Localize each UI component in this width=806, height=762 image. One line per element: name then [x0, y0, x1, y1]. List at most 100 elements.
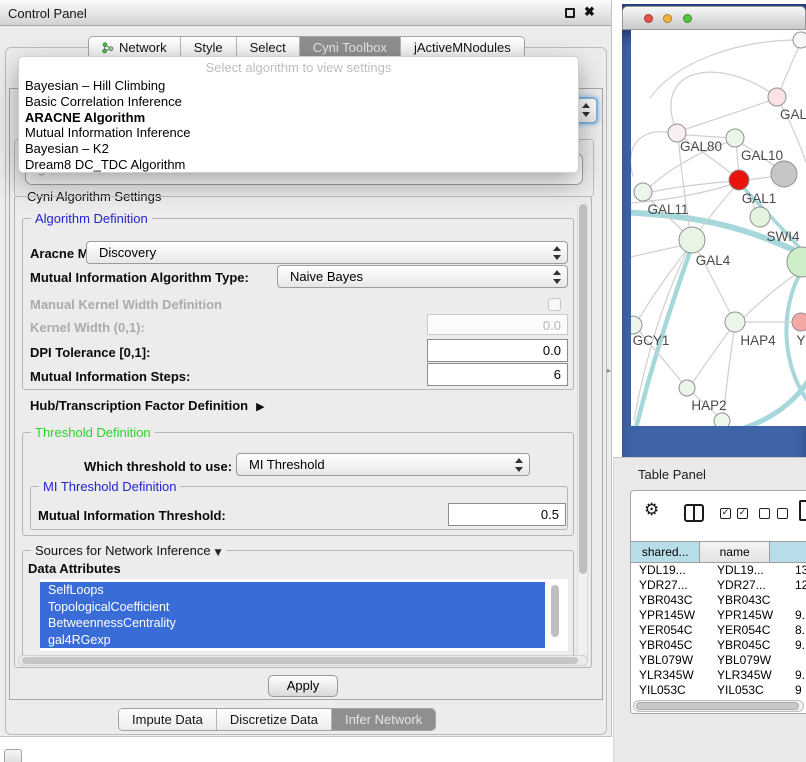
column-header-extra[interactable]	[770, 542, 806, 562]
kernel-width-value: 0.0	[543, 318, 561, 333]
table-row[interactable]: YPR145WYPR145W9.	[631, 608, 806, 623]
settings-hscrollbar-thumb[interactable]	[22, 657, 578, 664]
network-node-label: GAL	[780, 107, 806, 122]
tab-select[interactable]: Select	[236, 37, 299, 58]
combo-spinner-icon	[552, 246, 562, 260]
tab-cyni-toolbox[interactable]: Cyni Toolbox	[299, 37, 400, 58]
dropdown-item-dream8-dc-tdc-algorithm[interactable]: Dream8 DC_TDC Algorithm	[19, 157, 578, 173]
network-node-label: GAL80	[680, 139, 722, 154]
settings-scrollbar-thumb[interactable]	[579, 204, 587, 574]
network-node-hap4[interactable]	[725, 312, 745, 332]
attribute-item-gal4rgexp[interactable]: gal4RGexp	[40, 632, 545, 649]
table-cell: 13	[795, 563, 806, 578]
collapse-arrow-icon: ▼	[215, 548, 222, 558]
table-row[interactable]: YDR27...YDR27...12	[631, 578, 806, 593]
network-node[interactable]	[714, 413, 730, 426]
network-window-titlebar[interactable]	[622, 6, 806, 30]
network-node-gal4[interactable]	[679, 227, 705, 253]
close-icon[interactable]: ✖	[584, 4, 595, 20]
network-node-gal1[interactable]	[729, 170, 749, 190]
apply-button[interactable]: Apply	[268, 675, 338, 697]
mi-algorithm-type-combobox[interactable]: Naive Bayes	[277, 265, 568, 288]
hub-definition-label: Hub/Transcription Factor Definition	[30, 398, 248, 413]
data-attributes-list[interactable]: SelfLoopsTopologicalCoefficientBetweenne…	[40, 579, 568, 651]
column-header-name[interactable]: name	[700, 542, 769, 562]
data-attributes-label: Data Attributes	[28, 561, 121, 576]
tab-label: Select	[250, 40, 286, 55]
attribute-item-betweennesscentrality[interactable]: BetweennessCentrality	[40, 615, 545, 632]
settings-horizontal-scrollbar[interactable]	[18, 655, 588, 666]
panel-corner-button[interactable]	[4, 749, 22, 762]
table-row[interactable]: YDL19...YDL19...13	[631, 563, 806, 578]
algorithm-definition-title: Algorithm Definition	[31, 211, 152, 226]
network-node-gal10[interactable]	[726, 129, 744, 147]
attributes-list-scrollbar[interactable]	[550, 583, 561, 645]
table-cell: 9	[795, 683, 802, 698]
splitter-collapse-icon[interactable]: ▸	[607, 366, 611, 375]
which-threshold-combobox[interactable]: MI Threshold	[236, 453, 530, 476]
dropdown-item-aracne-algorithm[interactable]: ARACNE Algorithm	[19, 110, 578, 126]
network-node-label: GAL11	[647, 202, 688, 217]
table-row[interactable]: YER054CYER054C8.	[631, 623, 806, 638]
kernel-width-input[interactable]: 0.0	[427, 314, 568, 335]
network-canvas[interactable]: GALGAL80GAL10GAL1GAL11SWI4GAL4GCY1HAP4YH…	[631, 30, 806, 426]
attribute-item-topologicalcoefficient[interactable]: TopologicalCoefficient	[40, 599, 545, 616]
zoom-traffic-light-icon[interactable]	[683, 14, 692, 23]
table-row[interactable]: YBR045CYBR045C9.	[631, 638, 806, 653]
mi-algorithm-type-value: Naive Bayes	[290, 269, 363, 284]
dropdown-item-bayesian-k2[interactable]: Bayesian – K2	[19, 141, 578, 157]
mi-threshold-input[interactable]: 0.5	[448, 503, 566, 526]
dropdown-item-mutual-information-inference[interactable]: Mutual Information Inference	[19, 125, 578, 141]
aracne-mode-value: Discovery	[99, 245, 156, 260]
table-cell: YPR145W	[639, 608, 695, 623]
network-node-label: Y	[796, 333, 805, 348]
aracne-mode-combobox[interactable]: Discovery	[86, 241, 568, 264]
network-node[interactable]	[793, 32, 806, 48]
screen: Control Panel ✖ gal.filtered.sif default…	[0, 0, 806, 762]
table-horizontal-scrollbar[interactable]	[633, 700, 804, 712]
network-node-label: GCY1	[633, 333, 670, 348]
settings-gear-icon[interactable]: ⚙	[644, 500, 659, 520]
network-node-hap2[interactable]	[679, 380, 695, 396]
tab-discretize-data[interactable]: Discretize Data	[216, 709, 331, 730]
tab-label: Impute Data	[132, 712, 203, 727]
network-node-gal11[interactable]	[634, 183, 652, 201]
table-row[interactable]: YBL079WYBL079W	[631, 653, 806, 668]
table-hscrollbar-thumb[interactable]	[636, 702, 799, 710]
mi-steps-input[interactable]: 6	[427, 363, 568, 386]
float-window-icon[interactable]	[565, 8, 575, 18]
tab-infer-network[interactable]: Infer Network	[331, 709, 435, 730]
table-row[interactable]: YBR043CYBR043C	[631, 593, 806, 608]
tab-network[interactable]: Network	[89, 37, 180, 58]
network-node-label: HAP4	[740, 333, 776, 348]
tab-style[interactable]: Style	[180, 37, 236, 58]
network-node-gal[interactable]	[768, 88, 786, 106]
select-all-icon[interactable]: ✓	[720, 508, 731, 519]
attribute-item-selfloops[interactable]: SelfLoops	[40, 582, 545, 599]
deselect-all-icon[interactable]	[759, 508, 770, 519]
minimize-traffic-light-icon[interactable]	[663, 14, 672, 23]
dpi-tolerance-input[interactable]: 0.0	[427, 339, 568, 362]
deselect-all-icon[interactable]	[777, 508, 788, 519]
table-row[interactable]: YLR345WYLR345W9.	[631, 668, 806, 683]
table-row[interactable]: YIL053CYIL053C9	[631, 683, 806, 698]
manual-kernel-width-checkbox[interactable]	[548, 298, 561, 311]
attributes-list-scrollbar-thumb[interactable]	[551, 585, 559, 637]
close-traffic-light-icon[interactable]	[644, 14, 653, 23]
hub-definition-expander[interactable]: Hub/Transcription Factor Definition▶	[30, 398, 265, 413]
network-node-y[interactable]	[792, 313, 806, 331]
settings-scrollbar[interactable]	[577, 201, 588, 663]
split-columns-icon[interactable]	[684, 504, 704, 522]
table-cell: YBR045C	[639, 638, 692, 653]
network-node-gcy1[interactable]	[631, 316, 642, 334]
tab-impute-data[interactable]: Impute Data	[119, 709, 216, 730]
tab-jactivemnodules[interactable]: jActiveMNodules	[400, 37, 524, 58]
network-node[interactable]	[771, 161, 797, 187]
dropdown-item-bayesian-hill-climbing[interactable]: Bayesian – Hill Climbing	[19, 78, 578, 94]
table-cell: YPR145W	[717, 608, 773, 623]
column-header-shared[interactable]: shared...	[631, 542, 700, 562]
dropdown-item-basic-correlation-inference[interactable]: Basic Correlation Inference	[19, 94, 578, 110]
new-table-icon[interactable]	[799, 500, 806, 521]
network-node-swi4[interactable]	[750, 207, 770, 227]
select-all-icon[interactable]: ✓	[737, 508, 748, 519]
